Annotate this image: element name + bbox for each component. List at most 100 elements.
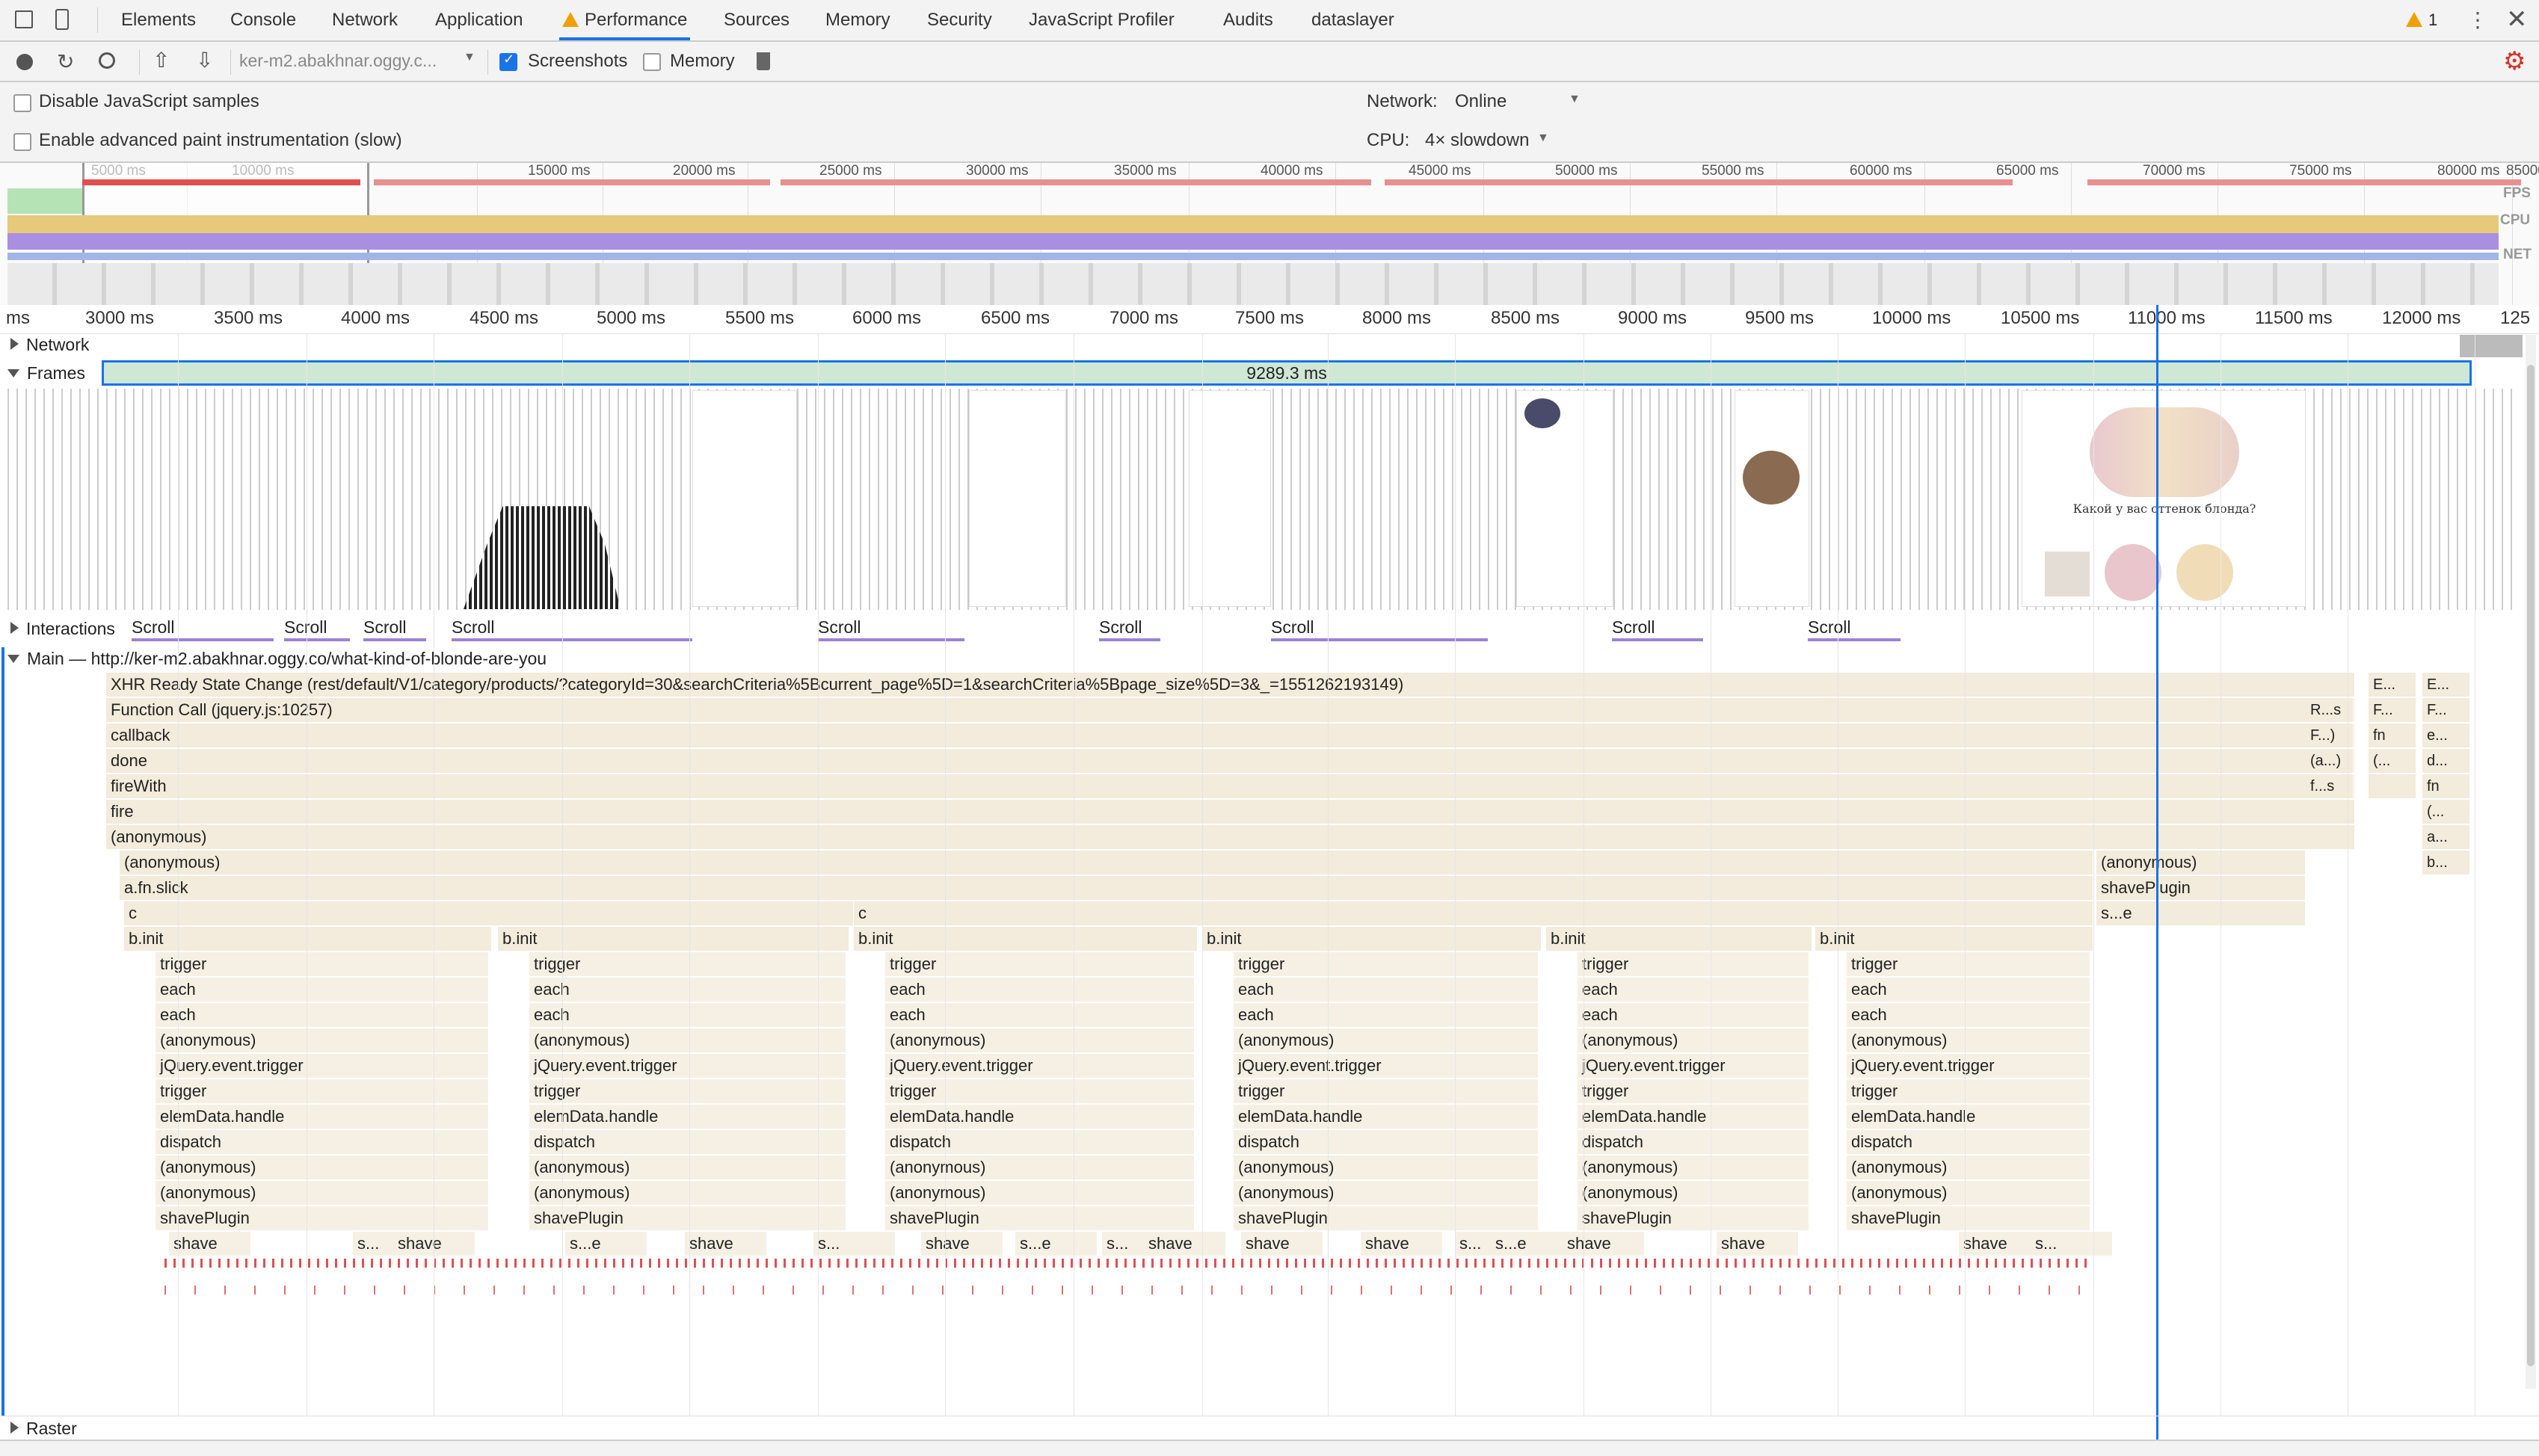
screenshots-checkbox[interactable]: ✓ xyxy=(499,52,517,71)
flame-stack-frame[interactable]: dispatch xyxy=(156,1130,489,1154)
network-track-toggle[interactable]: Network xyxy=(10,335,89,355)
flame-stack-frame[interactable]: elemData.handle xyxy=(1578,1105,1809,1129)
flame-stack-frame[interactable]: (anonymous) xyxy=(1847,1028,2090,1052)
device-toolbar-icon[interactable] xyxy=(55,9,69,30)
flame-stack-frame[interactable]: trigger xyxy=(1578,952,1809,976)
flame-narrow-frame[interactable] xyxy=(2369,774,2416,798)
flame-narrow-frame[interactable]: F... xyxy=(2422,698,2470,722)
flame-stack-frame[interactable]: (anonymous) xyxy=(156,1181,489,1205)
flame-shave[interactable]: shave xyxy=(1241,1232,1323,1256)
flame-shave[interactable]: shave xyxy=(1717,1232,1799,1256)
flame-stack-frame[interactable]: (anonymous) xyxy=(529,1028,846,1052)
flame-stack-frame[interactable]: (anonymous) xyxy=(1578,1028,1809,1052)
flame-afn-slick[interactable]: a.fn.slick xyxy=(120,876,2093,900)
flame-narrow-frame[interactable]: F... xyxy=(2369,698,2416,722)
flame-stack-frame[interactable]: dispatch xyxy=(529,1130,846,1154)
flame-shave[interactable]: s... xyxy=(813,1232,896,1256)
flame-stack-frame[interactable]: elemData.handle xyxy=(1234,1105,1539,1129)
flame-stack-frame[interactable]: elemData.handle xyxy=(529,1105,846,1129)
flame-stack-frame[interactable]: each xyxy=(1234,978,1539,1002)
flame-stack-frame[interactable]: dispatch xyxy=(885,1130,1195,1154)
flame-stack-frame[interactable]: trigger xyxy=(1234,1079,1539,1103)
flame-stack-frame[interactable]: (anonymous) xyxy=(156,1156,489,1179)
flame-narrow-frame[interactable]: R...s xyxy=(2306,698,2354,722)
flame-firewith[interactable]: fireWith xyxy=(106,774,2355,798)
flame-stack-frame[interactable]: jQuery.event.trigger xyxy=(1578,1054,1809,1078)
tab-application[interactable]: Application xyxy=(432,0,526,40)
scrollbar-thumb[interactable] xyxy=(2527,365,2535,1366)
flame-shave[interactable]: shave xyxy=(1361,1232,1443,1256)
flame-narrow-frame[interactable]: E... xyxy=(2369,673,2416,697)
flame-anonymous-2[interactable]: (anonymous) xyxy=(120,851,2093,874)
clear-icon[interactable] xyxy=(99,52,115,69)
tab-network[interactable]: Network xyxy=(329,0,401,40)
flame-stack-frame[interactable]: each xyxy=(885,1003,1195,1027)
flame-stack-frame[interactable]: (anonymous) xyxy=(1234,1028,1539,1052)
flame-stack-frame[interactable]: shavePlugin xyxy=(1847,1206,2090,1230)
flame-narrow-frame[interactable]: (... xyxy=(2422,800,2470,824)
upload-profile-icon[interactable]: ⇧ xyxy=(153,48,170,73)
flame-shave[interactable]: shave xyxy=(1144,1232,1226,1256)
tab-console[interactable]: Console xyxy=(227,0,299,40)
flame-b-init[interactable]: b.init xyxy=(1546,927,1812,951)
cpu-throttle-select[interactable]: 4× slowdown ▼ xyxy=(1425,130,1560,152)
inspect-element-icon[interactable] xyxy=(15,10,33,28)
flame-stack-frame[interactable]: shavePlugin xyxy=(885,1206,1195,1230)
flame-stack-frame[interactable]: trigger xyxy=(885,952,1195,976)
flame-stack-frame[interactable]: trigger xyxy=(1578,1079,1809,1103)
flame-stack-frame[interactable]: jQuery.event.trigger xyxy=(885,1054,1195,1078)
memory-checkbox[interactable] xyxy=(643,53,661,71)
flame-scrollbar[interactable] xyxy=(2526,335,2536,1389)
flame-narrow-frame[interactable]: (... xyxy=(2369,749,2416,773)
tab-elements[interactable]: Elements xyxy=(118,0,199,40)
flame-narrow-frame[interactable]: F...) xyxy=(2306,724,2354,747)
flame-stack-frame[interactable]: dispatch xyxy=(1234,1130,1539,1154)
flame-stack-frame[interactable]: (anonymous) xyxy=(1847,1181,2090,1205)
flame-stack-frame[interactable]: (anonymous) xyxy=(885,1028,1195,1052)
flame-stack-frame[interactable]: each xyxy=(156,1003,489,1027)
flame-stack-frame[interactable]: jQuery.event.trigger xyxy=(156,1054,489,1078)
flame-shave[interactable]: shave xyxy=(685,1232,767,1256)
tab-javascript-profiler[interactable]: JavaScript Profiler xyxy=(1026,0,1178,40)
flame-narrow-frame[interactable]: b... xyxy=(2422,851,2470,874)
flame-stack-frame[interactable]: (anonymous) xyxy=(1578,1181,1809,1205)
flame-stack-frame[interactable]: each xyxy=(156,978,489,1002)
flame-shave[interactable]: shave xyxy=(1959,1232,2041,1256)
flame-narrow-frame[interactable]: a... xyxy=(2422,825,2470,849)
flame-stack-frame[interactable]: (anonymous) xyxy=(1847,1156,2090,1179)
interactions-track-toggle[interactable]: Interactions xyxy=(10,619,115,639)
flame-stack-frame[interactable]: trigger xyxy=(156,1079,489,1103)
capture-settings-gear-icon[interactable]: ⚙ xyxy=(2503,46,2526,76)
flame-stack-frame[interactable]: trigger xyxy=(1234,952,1539,976)
flame-narrow-frame[interactable]: E... xyxy=(2422,673,2470,697)
flame-stack-frame[interactable]: (anonymous) xyxy=(1234,1181,1539,1205)
flame-anonymous[interactable]: (anonymous) xyxy=(106,825,2355,849)
flame-b-init[interactable]: b.init xyxy=(124,927,492,951)
disable-js-samples-checkbox[interactable] xyxy=(13,94,31,112)
scroll-interaction[interactable]: Scroll xyxy=(1099,617,1160,641)
flame-b-init[interactable]: b.init xyxy=(498,927,849,951)
flame-stack-frame[interactable]: (anonymous) xyxy=(529,1181,846,1205)
flame-stack-frame[interactable]: each xyxy=(529,1003,846,1027)
flame-shave[interactable]: s...e xyxy=(565,1232,647,1256)
advanced-paint-checkbox[interactable] xyxy=(13,133,31,151)
flame-stack-frame[interactable]: jQuery.event.trigger xyxy=(529,1054,846,1078)
more-options-icon[interactable]: ⋮ xyxy=(2467,7,2488,32)
main-track-toggle[interactable]: Main — http://ker-m2.abakhnar.oggy.co/wh… xyxy=(7,649,547,669)
flame-function-call[interactable]: Function Call (jquery.js:10257) xyxy=(106,698,2355,722)
flame-done[interactable]: done xyxy=(106,749,2355,773)
frames-track-toggle[interactable]: Frames xyxy=(7,363,85,383)
flame-shave[interactable]: s...e xyxy=(1015,1232,1098,1256)
flame-stack-frame[interactable]: each xyxy=(1578,1003,1809,1027)
flame-stack-frame[interactable]: each xyxy=(529,978,846,1002)
flame-shaveplugin-right[interactable]: shavePlugin xyxy=(2096,876,2306,900)
reload-record-icon[interactable]: ↻ xyxy=(57,49,74,74)
flame-stack-frame[interactable]: trigger xyxy=(529,952,846,976)
raster-track-toggle[interactable]: Raster xyxy=(10,1419,77,1439)
scroll-interaction[interactable]: Scroll xyxy=(284,617,350,641)
flame-narrow-frame[interactable]: (a...) xyxy=(2306,749,2354,773)
flame-fire[interactable]: fire xyxy=(106,800,2355,824)
network-request-bar[interactable] xyxy=(2460,335,2523,357)
flame-b-init[interactable]: b.init xyxy=(854,927,1198,951)
frame-duration-bar[interactable]: 9289.3 ms xyxy=(102,360,2472,386)
